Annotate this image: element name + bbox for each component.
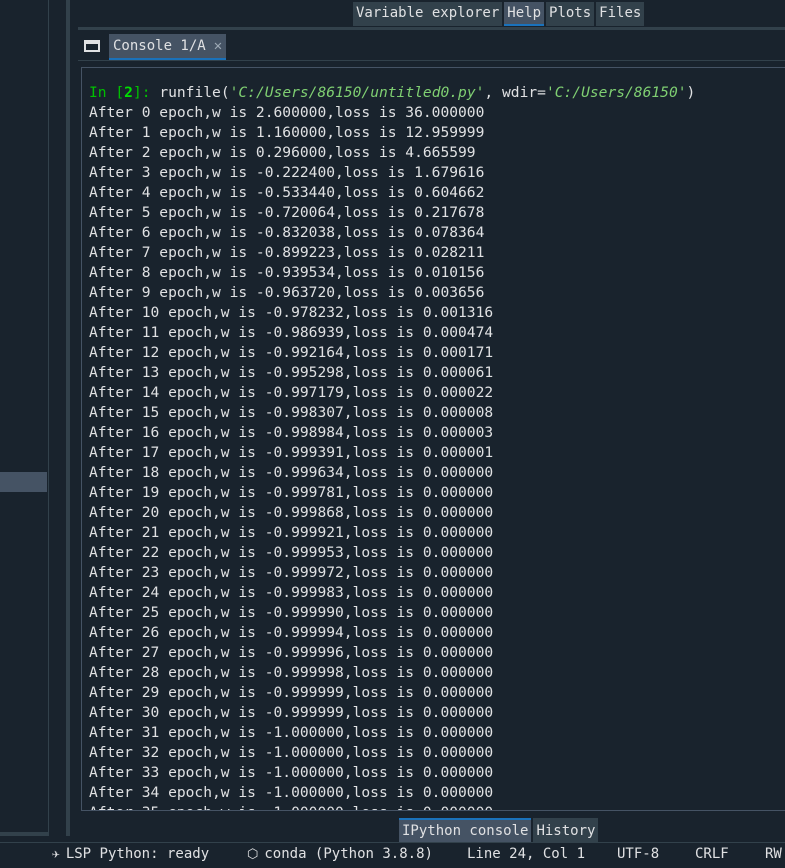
lsp-status-icon: ✈: [52, 847, 60, 862]
console-output-line: After 13 epoch,w is -0.995298,loss is 0.…: [89, 364, 494, 381]
console-output-line: After 15 epoch,w is -0.998307,loss is 0.…: [89, 404, 494, 421]
console-output-line: After 10 epoch,w is -0.978232,loss is 0.…: [89, 304, 494, 321]
console-output-line: After 30 epoch,w is -0.999999,loss is 0.…: [89, 704, 494, 721]
conda-status[interactable]: ⬡ conda (Python 3.8.8): [247, 846, 433, 862]
console-tab-label: Console 1/A: [113, 38, 206, 54]
file-encoding: UTF-8: [617, 846, 660, 862]
left-panel: [0, 0, 76, 842]
status-bar: ✈ LSP Python: ready ⬡ conda (Python 3.8.8)…: [0, 842, 785, 868]
console-output-line: After 14 epoch,w is -0.997179,loss is 0.…: [89, 384, 494, 401]
console-output-line: After 3 epoch,w is -0.222400,loss is 1.6…: [89, 164, 485, 181]
bottom-pane-tabs: IPython console History: [399, 818, 600, 842]
console-tab[interactable]: Console 1/A ✕: [109, 34, 227, 60]
console-output-line: After 4 epoch,w is -0.533440,loss is 0.6…: [89, 184, 485, 201]
lsp-status-label: LSP Python: ready: [65, 846, 210, 862]
console-output-line: After 7 epoch,w is -0.899223,loss is 0.0…: [89, 244, 485, 261]
console-output-line: After 27 epoch,w is -0.999996,loss is 0.…: [89, 644, 494, 661]
console-text: In [2]: runfile('C:/Users/86150/untitled…: [89, 83, 695, 810]
conda-cube-icon: ⬡: [247, 847, 259, 862]
conda-status-label: conda (Python 3.8.8): [264, 846, 433, 862]
window-icon[interactable]: [84, 40, 100, 52]
console-output-line: After 21 epoch,w is -0.999921,loss is 0.…: [89, 524, 494, 541]
command-arg-wdir: 'C:/Users/86150': [545, 84, 687, 101]
prompt-suffix: ]:: [132, 84, 160, 101]
console-output-line: After 23 epoch,w is -0.999972,loss is 0.…: [89, 564, 494, 581]
file-mode: RW: [765, 846, 782, 862]
prompt-line: In [2]: runfile('C:/Users/86150/untitled…: [89, 83, 695, 103]
tab-history[interactable]: History: [533, 818, 599, 842]
prompt-number: 2: [124, 84, 133, 101]
console-output-line: After 24 epoch,w is -0.999983,loss is 0.…: [89, 584, 494, 601]
console-output-line: After 20 epoch,w is -0.999868,loss is 0.…: [89, 504, 494, 521]
console-output-line: After 8 epoch,w is -0.939534,loss is 0.0…: [89, 264, 485, 281]
console-output-line: After 0 epoch,w is 2.600000,loss is 36.0…: [89, 104, 485, 121]
console-output-line: After 17 epoch,w is -0.999391,loss is 0.…: [89, 444, 494, 461]
console-output-line: After 11 epoch,w is -0.986939,loss is 0.…: [89, 324, 494, 341]
command-start: runfile(: [159, 84, 230, 101]
left-pane-scrollbar[interactable]: [0, 832, 48, 836]
console-output-line: After 34 epoch,w is -1.000000,loss is 0.…: [89, 784, 494, 801]
console-output-line: After 33 epoch,w is -1.000000,loss is 0.…: [89, 764, 494, 781]
console-output-line: After 26 epoch,w is -0.999994,loss is 0.…: [89, 624, 494, 641]
tab-ipython-console[interactable]: IPython console: [399, 818, 532, 842]
line-endings: CRLF: [695, 846, 729, 862]
pane-separator[interactable]: [78, 27, 785, 30]
console-output-line: After 32 epoch,w is -1.000000,loss is 0.…: [89, 744, 494, 761]
console-tab-bar: Console 1/A ✕: [78, 32, 785, 61]
console-output-line: After 2 epoch,w is 0.296000,loss is 4.66…: [89, 144, 476, 161]
close-icon[interactable]: ✕: [214, 38, 222, 54]
console-output-line: After 18 epoch,w is -0.999634,loss is 0.…: [89, 464, 494, 481]
prompt-prefix: In [: [89, 84, 125, 101]
tab-plots[interactable]: Plots: [546, 2, 595, 26]
lsp-status[interactable]: ✈ LSP Python: ready: [52, 846, 209, 862]
console-output-line: After 19 epoch,w is -0.999781,loss is 0.…: [89, 484, 494, 501]
command-mid: , wdir=: [484, 84, 546, 101]
console-output-line: After 22 epoch,w is -0.999953,loss is 0.…: [89, 544, 494, 561]
tab-underline: [78, 60, 785, 61]
tab-variable-explorer[interactable]: Variable explorer: [353, 2, 503, 26]
cursor-position: Line 24, Col 1: [467, 846, 586, 862]
ipython-console-output[interactable]: In [2]: runfile('C:/Users/86150/untitled…: [81, 67, 785, 811]
tab-files[interactable]: Files: [596, 2, 645, 26]
console-output-line: After 29 epoch,w is -0.999999,loss is 0.…: [89, 684, 494, 701]
command-arg-file: 'C:/Users/86150/untitled0.py': [229, 84, 485, 101]
top-pane-tabs: Variable explorer Help Plots Files: [353, 2, 646, 26]
command-end: ): [686, 84, 696, 101]
console-output-line: After 9 epoch,w is -0.963720,loss is 0.0…: [89, 284, 485, 301]
console-output-line: After 1 epoch,w is 1.160000,loss is 12.9…: [89, 124, 485, 141]
left-pane-selected-row[interactable]: [0, 472, 47, 492]
console-output-line: After 16 epoch,w is -0.998984,loss is 0.…: [89, 424, 494, 441]
left-pane-content: [0, 0, 49, 836]
tab-help[interactable]: Help: [504, 2, 545, 26]
console-output-line: After 6 epoch,w is -0.832038,loss is 0.0…: [89, 224, 485, 241]
console-output-line: After 28 epoch,w is -0.999998,loss is 0.…: [89, 664, 494, 681]
console-output-line: After 35 epoch,w is -1.000000,loss is 0.…: [89, 803, 695, 810]
console-output-line: After 12 epoch,w is -0.992164,loss is 0.…: [89, 344, 494, 361]
output-lines: After 0 epoch,w is 2.600000,loss is 36.0…: [89, 103, 695, 810]
console-output-line: After 5 epoch,w is -0.720064,loss is 0.2…: [89, 204, 485, 221]
pane-splitter[interactable]: [66, 0, 70, 836]
console-output-line: After 31 epoch,w is -1.000000,loss is 0.…: [89, 724, 494, 741]
console-output-line: After 25 epoch,w is -0.999990,loss is 0.…: [89, 604, 494, 621]
